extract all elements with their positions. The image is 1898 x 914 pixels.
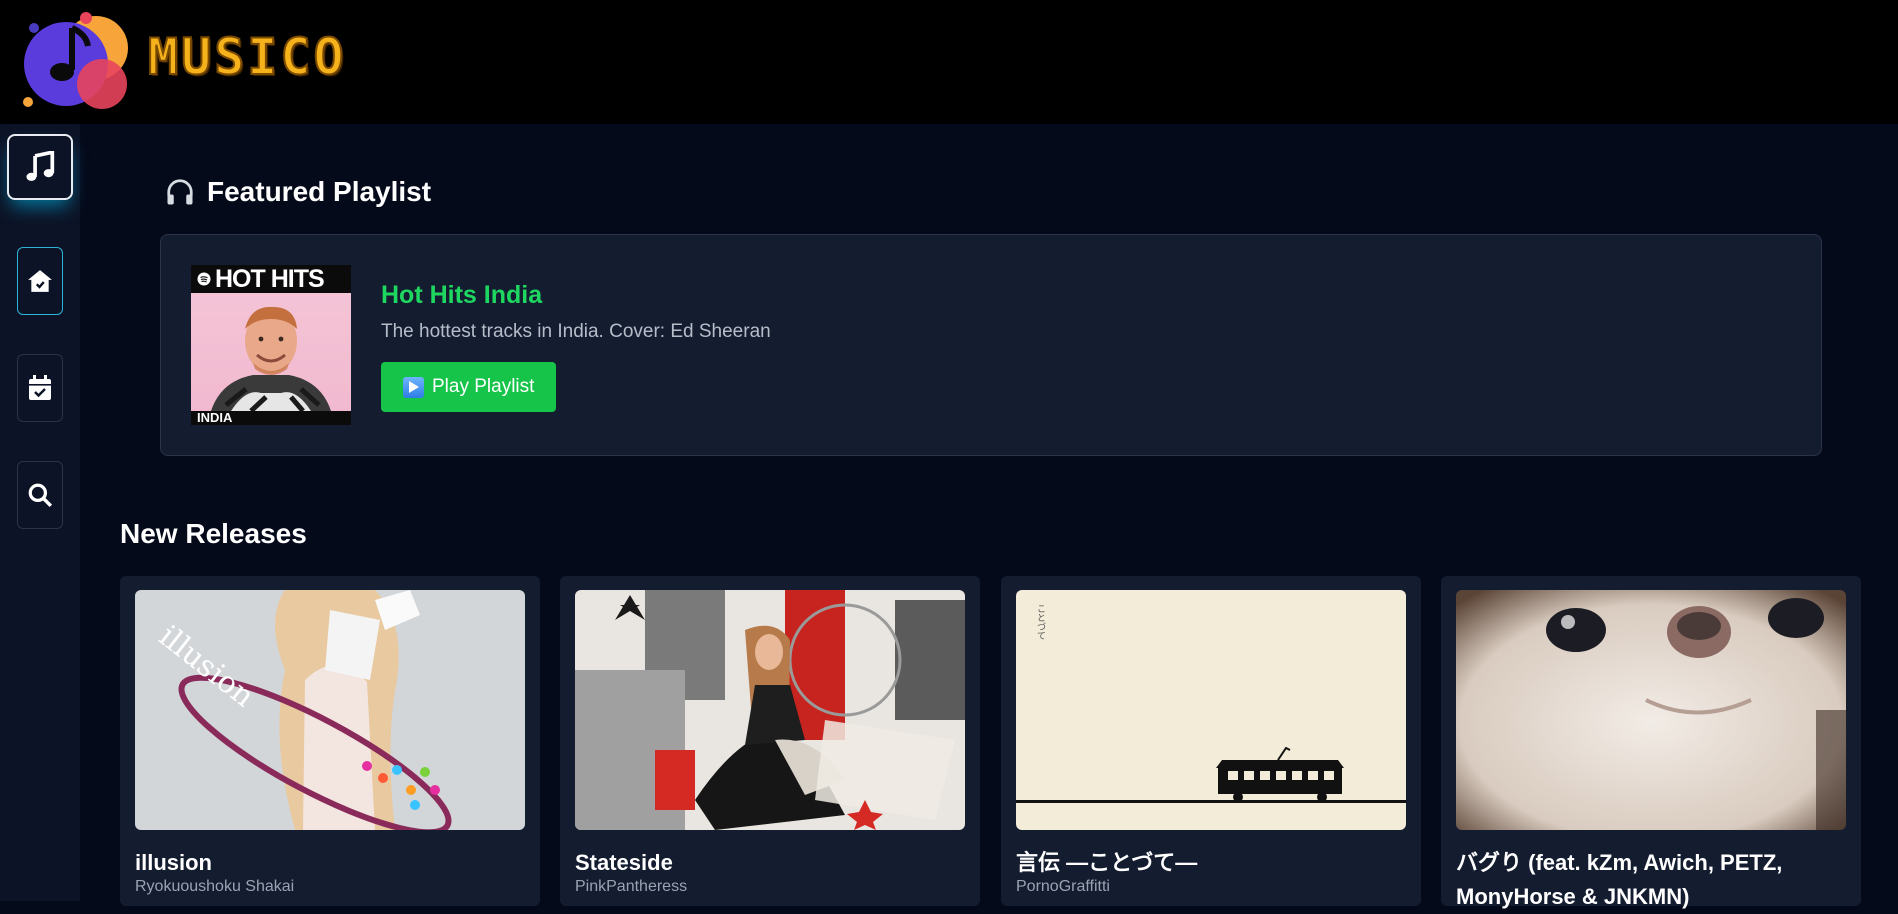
release-artist[interactable]: PornoGraffitti xyxy=(1016,878,1110,896)
release-title[interactable]: illusion xyxy=(135,846,530,880)
search-icon xyxy=(28,483,53,508)
release-card[interactable]: illusion illusion Ryokuoushoku Shakai xyxy=(120,576,540,906)
sidebar xyxy=(0,124,80,901)
sidebar-item-calendar[interactable] xyxy=(17,354,63,422)
headphones-icon xyxy=(167,179,193,205)
release-title[interactable]: 言伝 —ことづて— xyxy=(1016,846,1411,880)
sidebar-item-search[interactable] xyxy=(17,461,63,529)
release-artist[interactable]: PinkPantheress xyxy=(575,878,687,896)
brand-name: MUSICO xyxy=(147,27,347,87)
playlist-title[interactable]: Hot Hits India xyxy=(381,281,542,310)
release-card[interactable]: ことづて 言伝 —ことづて— PornoGraffitti xyxy=(1001,576,1421,906)
new-releases-heading: New Releases xyxy=(120,518,307,549)
top-bar: MUSICO xyxy=(0,0,1898,124)
cover-bottom-text: INDIA xyxy=(191,411,351,425)
cover-top-banner: HOT HITS xyxy=(191,265,351,293)
home-icon xyxy=(28,270,52,292)
sidebar-item-home[interactable] xyxy=(17,247,63,315)
music-note-icon xyxy=(26,151,55,181)
featured-playlist-card[interactable]: HOT HITS INDIA Hot Hits India The hottes… xyxy=(160,234,1822,456)
release-artwork[interactable] xyxy=(575,590,965,830)
release-card[interactable]: Stateside PinkPantheress xyxy=(560,576,980,906)
release-art-text: ことづて xyxy=(1035,604,1046,640)
musico-logo-icon[interactable] xyxy=(16,6,136,116)
featured-heading-label: Featured Playlist xyxy=(207,176,432,207)
release-card[interactable]: バグり (feat. kZm, Awich, PETZ, MonyHorse &… xyxy=(1441,576,1861,909)
release-title[interactable]: バグり (feat. kZm, Awich, PETZ, MonyHorse &… xyxy=(1456,846,1851,914)
play-playlist-label: Play Playlist xyxy=(432,376,535,397)
main-content: Featured Playlist HOT HITS INDIA Hot Hit… xyxy=(80,124,1898,909)
spotify-icon xyxy=(197,272,211,286)
release-artwork[interactable]: ことづて xyxy=(1016,590,1406,830)
playlist-cover[interactable]: HOT HITS INDIA xyxy=(191,265,351,425)
play-playlist-button[interactable]: Play Playlist xyxy=(381,362,556,412)
release-artwork[interactable] xyxy=(1456,590,1846,830)
calendar-check-icon xyxy=(29,375,51,400)
release-title[interactable]: Stateside xyxy=(575,846,970,880)
cover-top-text: HOT HITS xyxy=(215,265,325,293)
featured-heading: Featured Playlist xyxy=(165,176,431,208)
playlist-description: The hottest tracks in India. Cover: Ed S… xyxy=(381,321,771,342)
release-artwork[interactable]: illusion xyxy=(135,590,525,830)
play-icon xyxy=(403,376,424,398)
release-artist[interactable]: Ryokuoushoku Shakai xyxy=(135,878,294,896)
cover-photo xyxy=(191,293,351,413)
sidebar-item-music[interactable] xyxy=(7,134,73,200)
